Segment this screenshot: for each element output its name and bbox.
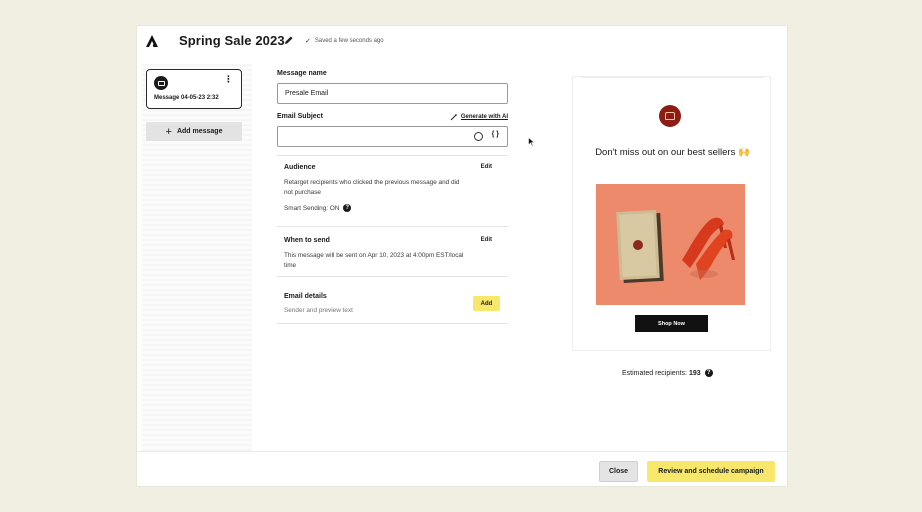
when-to-send-edit-button[interactable]: Edit <box>481 237 492 243</box>
help-icon[interactable]: ? <box>704 369 713 377</box>
emoji-icon[interactable] <box>474 132 483 141</box>
when-to-send-description: This message will be sent on Apr 10, 202… <box>284 252 464 269</box>
message-card[interactable]: ⋮ Message 04-05-23 2:32 <box>146 69 242 109</box>
message-card-label: Message 04-05-23 2:32 <box>154 95 219 101</box>
smart-sending-status: Smart Sending: ON ? <box>284 204 352 214</box>
audience-description: Retarget recipients who clicked the prev… <box>284 179 460 196</box>
save-status-text: Saved a few seconds ago <box>314 38 384 44</box>
email-preview: Don't miss out on our best sellers 🙌 Sho… <box>572 76 771 351</box>
when-to-send-title: When to send <box>284 237 330 244</box>
plus-icon: + <box>165 125 172 138</box>
generate-ai-button[interactable]: Generate with AI <box>450 113 508 121</box>
email-details-description: Sender and preview text <box>284 307 353 314</box>
email-icon <box>154 76 168 90</box>
add-message-label: Add message <box>176 128 223 135</box>
add-message-button[interactable]: + Add message <box>146 122 242 141</box>
magic-wand-icon <box>450 113 458 121</box>
product-illustration <box>616 209 735 284</box>
generate-ai-label: Generate with AI <box>460 114 508 120</box>
estimated-recipients: Estimated recipients: 193 ? <box>622 369 713 377</box>
shop-now-button[interactable]: Shop Now <box>635 315 708 332</box>
audience-title: Audience <box>284 164 316 171</box>
message-name-label: Message name <box>277 70 327 77</box>
audience-section: Audience Edit Retarget recipients who cl… <box>277 155 508 227</box>
email-details-section: Email details Add Sender and preview tex… <box>277 277 508 324</box>
check-icon: ✓ <box>305 38 311 45</box>
email-subject-input[interactable]: { } <box>277 126 508 147</box>
smart-sending-text: Smart Sending: ON <box>284 205 340 212</box>
email-details-add-button[interactable]: Add <box>473 296 500 311</box>
cursor-icon <box>528 137 536 147</box>
logo-icon[interactable] <box>145 34 159 48</box>
message-name-value: Presale Email <box>285 90 329 97</box>
email-subject-label: Email Subject <box>277 113 323 120</box>
review-schedule-button[interactable]: Review and schedule campaign <box>647 461 775 482</box>
message-name-input[interactable]: Presale Email <box>277 83 508 104</box>
braces-icon[interactable]: { } <box>492 131 499 138</box>
close-button[interactable]: Close <box>599 461 638 482</box>
estimated-recipients-count: 193 <box>688 369 701 377</box>
email-details-title: Email details <box>284 293 327 300</box>
brand-logo-icon <box>659 105 681 127</box>
kebab-icon[interactable]: ⋮ <box>224 75 233 84</box>
help-icon[interactable]: ? <box>343 204 352 213</box>
preview-divider <box>581 77 764 78</box>
product-image <box>596 184 745 305</box>
footer: Close Review and schedule campaign <box>137 451 787 486</box>
audience-edit-button[interactable]: Edit <box>481 164 492 170</box>
when-to-send-section: When to send Edit This message will be s… <box>277 227 508 277</box>
header: Spring Sale 2023 ✓ Saved a few seconds a… <box>137 26 787 56</box>
estimated-recipients-label: Estimated recipients: <box>622 369 687 377</box>
page-title: Spring Sale 2023 <box>179 33 285 48</box>
preview-headline: Don't miss out on our best sellers 🙌 <box>595 147 750 158</box>
campaign-editor: Spring Sale 2023 ✓ Saved a few seconds a… <box>137 26 787 486</box>
pencil-icon[interactable] <box>284 35 294 45</box>
save-status: ✓ Saved a few seconds ago <box>305 37 384 45</box>
message-list: ⋮ Message 04-05-23 2:32 + Add message <box>142 64 252 476</box>
